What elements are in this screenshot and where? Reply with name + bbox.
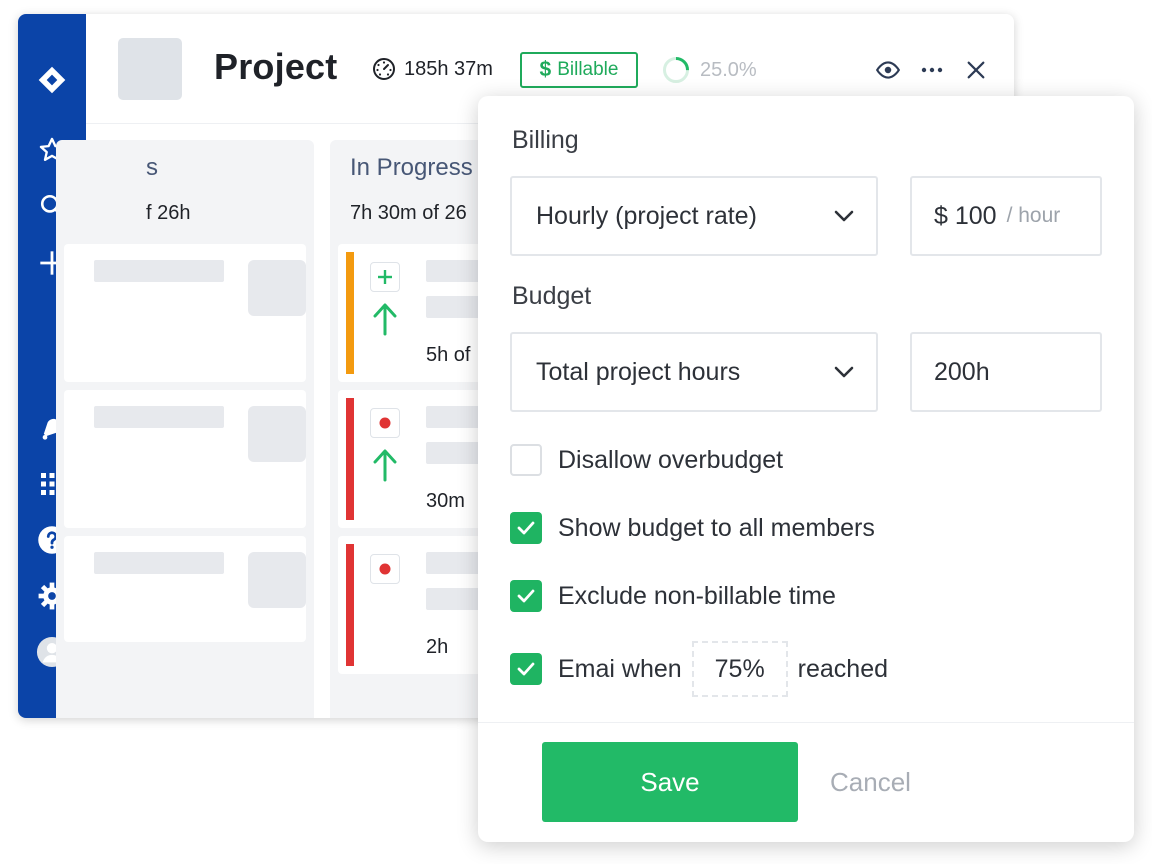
project-avatar[interactable] [118, 38, 182, 100]
task-card[interactable] [64, 244, 306, 382]
budget-label: Budget [512, 282, 592, 310]
budget-type-select[interactable]: Total project hours [510, 332, 878, 412]
time-total: 185h 37m [372, 57, 493, 81]
arrow-up-icon [372, 302, 398, 341]
rate-input[interactable]: $ 100 / hour [910, 176, 1102, 256]
footer-divider [478, 722, 1134, 723]
placeholder-line [94, 406, 224, 428]
placeholder-line [426, 406, 486, 428]
show-budget-option[interactable]: Show budget to all members [510, 511, 875, 545]
dollar-icon: $ [539, 58, 552, 81]
progress-label: 25.0% [700, 58, 757, 81]
budget-settings-popup: Billing Hourly (project rate) $ 100 / ho… [478, 96, 1134, 842]
column-title: In Progress [350, 154, 473, 181]
time-total-value: 185h 37m [404, 57, 493, 80]
placeholder-thumb [248, 552, 306, 608]
budget-value: 200h [934, 357, 990, 386]
placeholder-thumb [248, 260, 306, 316]
show-budget-label: Show budget to all members [558, 513, 875, 542]
email-when-suffix: reached [797, 654, 889, 683]
exclude-nonbillable-label: Exclude non-billable time [558, 581, 836, 610]
placeholder-line [426, 296, 486, 318]
placeholder-line [426, 552, 486, 574]
placeholder-thumb [248, 406, 306, 462]
column-subtitle: 7h 30m of 26 [350, 202, 467, 224]
checkmark-icon [517, 589, 535, 603]
close-icon[interactable] [962, 56, 990, 84]
stage: Project 185h 37m $ Billable 25.0% s f 26… [0, 0, 1152, 864]
placeholder-line [94, 260, 224, 282]
email-when-label: Emai when [558, 654, 682, 683]
priority-bar [346, 252, 354, 374]
budget-type-value: Total project hours [536, 357, 741, 386]
dot-icon[interactable] [370, 408, 400, 438]
save-button[interactable]: Save [542, 742, 798, 822]
budget-value-input[interactable]: 200h [910, 332, 1102, 412]
placeholder-line [94, 552, 224, 574]
placeholder-line [426, 588, 486, 610]
priority-bar [346, 544, 354, 666]
chevron-down-icon [834, 366, 854, 378]
card-time: 2h [426, 636, 449, 658]
task-card[interactable] [64, 536, 306, 642]
chevron-down-icon [834, 210, 854, 222]
more-icon[interactable] [918, 56, 946, 84]
show-budget-checkbox[interactable] [510, 512, 542, 544]
email-when-option[interactable]: Emai when 75% reached [510, 640, 888, 698]
exclude-nonbillable-option[interactable]: Exclude non-billable time [510, 579, 836, 613]
board-column: s f 26h [56, 140, 314, 718]
card-time: 5h of [426, 344, 471, 366]
stopwatch-icon [373, 58, 395, 80]
disallow-overbudget-label: Disallow overbudget [558, 445, 784, 474]
column-title: s [146, 154, 158, 181]
checkmark-icon [517, 521, 535, 535]
card-time: 30m [426, 490, 465, 512]
disallow-overbudget-option[interactable]: Disallow overbudget [510, 443, 783, 477]
rate-unit: / hour [1006, 204, 1061, 227]
budget-progress: 25.0% [662, 56, 757, 84]
email-when-checkbox[interactable] [510, 653, 542, 685]
cancel-button[interactable]: Cancel [830, 742, 911, 822]
page-title: Project [214, 46, 338, 87]
checkmark-icon [517, 662, 535, 676]
billing-type-select[interactable]: Hourly (project rate) [510, 176, 878, 256]
email-threshold-input[interactable]: 75% [691, 641, 788, 697]
logo-diamond-icon[interactable] [36, 64, 68, 96]
billing-type-value: Hourly (project rate) [536, 201, 757, 230]
task-card[interactable] [64, 390, 306, 528]
billable-label: Billable [557, 59, 619, 80]
arrow-up-icon [372, 448, 398, 487]
billable-badge[interactable]: $ Billable [520, 52, 638, 88]
dot-icon[interactable] [370, 554, 400, 584]
priority-bar [346, 398, 354, 520]
billing-label: Billing [512, 126, 579, 154]
rate-value: $ 100 [934, 201, 997, 230]
disallow-overbudget-checkbox[interactable] [510, 444, 542, 476]
plus-icon[interactable] [370, 262, 400, 292]
column-subtitle: f 26h [146, 202, 191, 224]
eye-icon[interactable] [874, 56, 902, 84]
placeholder-line [426, 260, 486, 282]
placeholder-line [426, 442, 486, 464]
exclude-nonbillable-checkbox[interactable] [510, 580, 542, 612]
progress-ring-icon [663, 57, 689, 83]
